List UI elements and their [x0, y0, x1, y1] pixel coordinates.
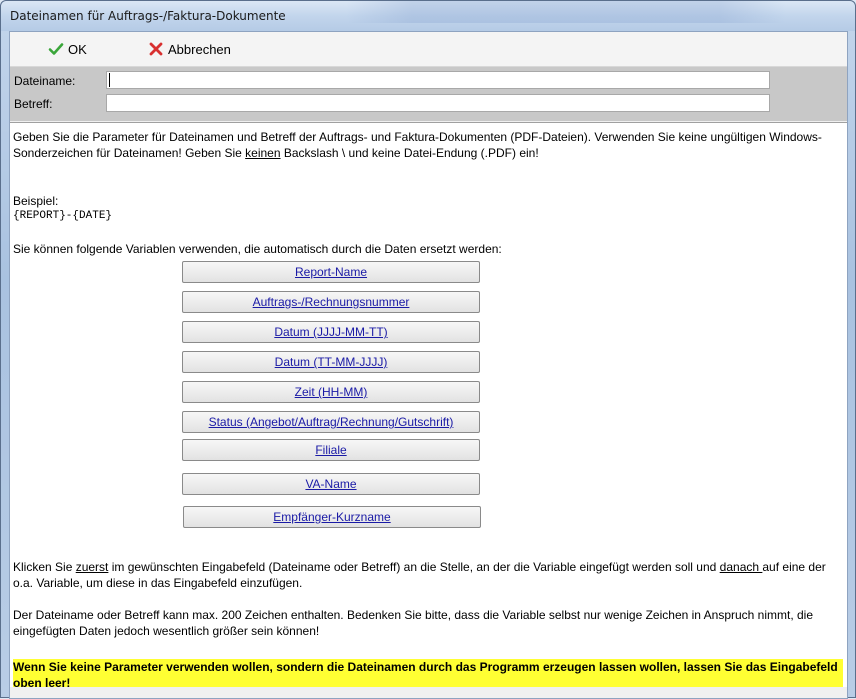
ok-label: OK [68, 41, 87, 57]
variable-button-recipient[interactable]: Empfänger-Kurzname [183, 506, 481, 528]
checkmark-icon [48, 43, 64, 55]
toolbar: OK Abbrechen [10, 32, 847, 67]
intro-text-2: Backslash \ und keine Datei-Endung (.PDF… [280, 146, 539, 160]
text-caret [109, 73, 110, 87]
variable-button-report-name[interactable]: Report-Name [182, 261, 480, 283]
window-title: Dateinamen für Auftrags-/Faktura-Dokumen… [10, 9, 286, 23]
click-underlined-2: danach [719, 560, 763, 574]
click-text-2: im gewünschten Eingabefeld (Dateiname od… [108, 560, 720, 574]
ok-button[interactable]: OK [48, 40, 87, 58]
cancel-button[interactable]: Abbrechen [148, 40, 231, 58]
subject-label: Betreff: [14, 97, 53, 111]
cancel-label: Abbrechen [168, 41, 231, 57]
click-instructions: Klicken Sie zuerst im gewünschten Eingab… [13, 559, 839, 591]
example-code: {REPORT}-{DATE} [13, 210, 113, 222]
parameter-form: Dateiname: Betreff: [10, 67, 847, 121]
variable-button-branch[interactable]: Filiale [182, 439, 480, 461]
filename-input[interactable] [106, 71, 770, 89]
close-icon [149, 42, 163, 56]
example-label: Beispiel: [13, 194, 59, 208]
click-text-1: Klicken Sie [13, 560, 76, 574]
variable-button-va-name[interactable]: VA-Name [182, 473, 480, 495]
filename-label: Dateiname: [14, 74, 76, 88]
variable-button-time[interactable]: Zeit (HH-MM) [182, 381, 480, 403]
help-content: Geben Sie die Parameter für Dateinamen u… [10, 122, 847, 687]
dialog-window: Dateinamen für Auftrags-/Faktura-Dokumen… [0, 0, 856, 699]
variable-button-status[interactable]: Status (Angebot/Auftrag/Rechnung/Gutschr… [182, 411, 480, 433]
intro-paragraph: Geben Sie die Parameter für Dateinamen u… [13, 129, 839, 161]
click-underlined-1: zuerst [75, 560, 109, 574]
variable-button-date-iso[interactable]: Datum (JJJJ-MM-TT) [182, 321, 480, 343]
length-limit-note: Der Dateiname oder Betreff kann max. 200… [13, 608, 814, 638]
variable-button-date-de[interactable]: Datum (TT-MM-JJJJ) [182, 351, 480, 373]
variables-intro: Sie können folgende Variablen verwenden,… [13, 242, 502, 256]
warning-highlight: Wenn Sie keine Parameter verwenden wolle… [13, 659, 843, 687]
variable-button-order-number[interactable]: Auftrags-/Rechnungsnummer [182, 291, 480, 313]
dialog-client-area: OK Abbrechen Dateiname: Betreff: Geben S… [9, 31, 848, 699]
title-bar-glass [346, 1, 786, 23]
title-bar[interactable]: Dateinamen für Auftrags-/Faktura-Dokumen… [1, 1, 855, 31]
intro-underlined: keinen [245, 146, 281, 160]
subject-input[interactable] [106, 94, 770, 112]
